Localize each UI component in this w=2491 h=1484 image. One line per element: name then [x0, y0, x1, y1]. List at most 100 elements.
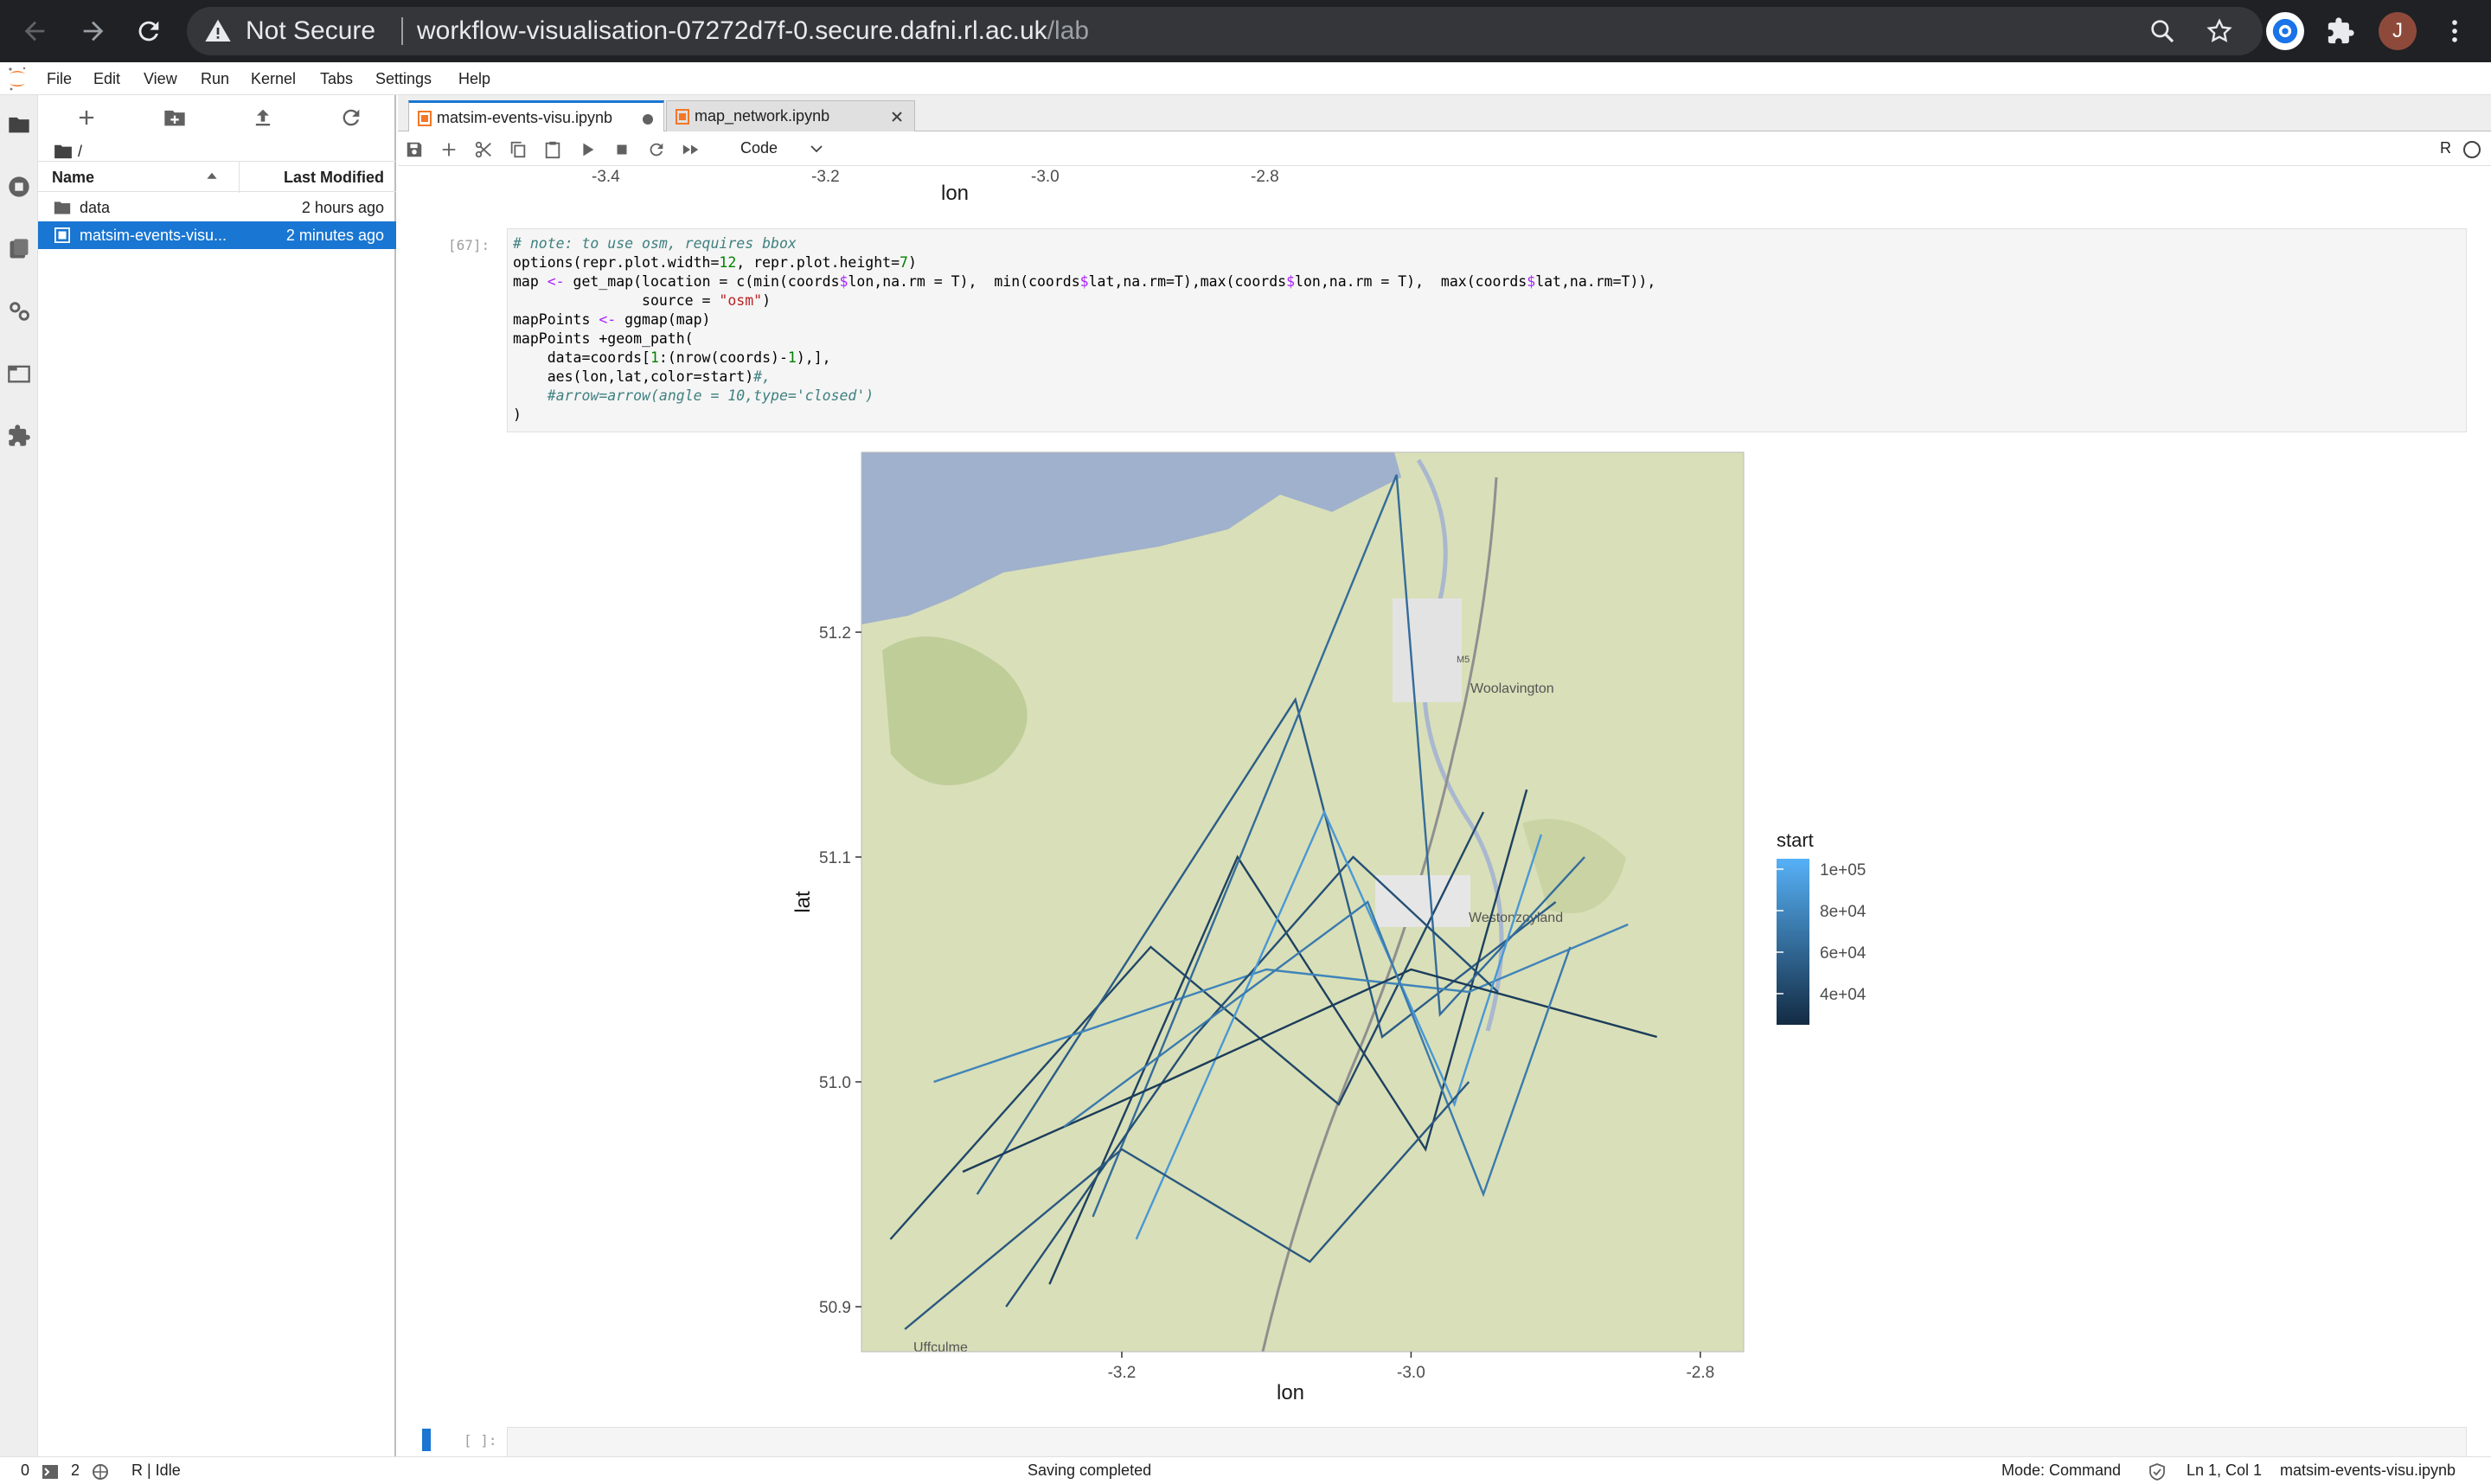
- file-modified: 2 hours ago: [301, 199, 384, 216]
- fast-forward-icon[interactable]: [682, 140, 701, 159]
- map-background: [861, 452, 1744, 1352]
- y-tick-label: 51.2: [819, 624, 851, 643]
- empty-cell-prompt: [ ]:: [464, 1432, 497, 1449]
- x-tick-label: -2.8: [1686, 1364, 1714, 1382]
- legend-colorbar: [1777, 859, 1809, 1025]
- cell-type-select[interactable]: Code: [733, 137, 829, 161]
- column-name[interactable]: Name: [52, 169, 94, 187]
- extension-manager-icon[interactable]: [7, 424, 31, 448]
- terminal-count[interactable]: 0: [21, 1462, 29, 1480]
- main-dock-area: matsim-events-visu.ipynb map_network.ipy…: [398, 95, 2491, 1456]
- extensions-puzzle-icon[interactable]: [2321, 12, 2360, 50]
- save-icon[interactable]: [405, 140, 424, 159]
- zoom-search-icon[interactable]: [2148, 17, 2176, 45]
- copy-icon[interactable]: [509, 140, 528, 159]
- back-button[interactable]: [14, 10, 55, 52]
- folder-icon: [54, 201, 71, 214]
- tab-matsim-events-visu[interactable]: matsim-events-visu.ipynb: [408, 100, 664, 132]
- profile-avatar[interactable]: J: [2379, 12, 2417, 50]
- new-folder-icon[interactable]: [163, 106, 187, 130]
- kernel-sessions-icon[interactable]: [92, 1463, 109, 1481]
- cursor-position[interactable]: Ln 1, Col 1: [2187, 1462, 2262, 1480]
- cell-type-value: Code: [740, 139, 778, 157]
- notebook-panel[interactable]: -3.4 -3.2 -3.0 -2.8 lon [67]: # note: to…: [398, 166, 2491, 1456]
- file-name: data: [80, 199, 111, 216]
- extension-blue-icon[interactable]: [2266, 12, 2304, 50]
- menu-run[interactable]: Run: [201, 67, 229, 90]
- motorway-shield-label: M5: [1457, 655, 1470, 665]
- address-separator: [401, 17, 403, 45]
- menu-view[interactable]: View: [144, 67, 177, 90]
- kernel-status-circle-icon: [2463, 141, 2481, 158]
- document-tab-bar: matsim-events-visu.ipynb map_network.ipy…: [398, 95, 2491, 132]
- town-area: [1393, 598, 1462, 702]
- address-bar[interactable]: Not Secure workflow-visualisation-07272d…: [187, 7, 2263, 55]
- kernel-count[interactable]: 2: [71, 1462, 80, 1480]
- reload-button[interactable]: [128, 10, 170, 52]
- trusted-shield-icon[interactable]: [2148, 1463, 2166, 1481]
- breadcrumb-path[interactable]: /: [78, 143, 82, 161]
- refresh-icon[interactable]: [339, 106, 363, 130]
- security-label[interactable]: Not Secure: [246, 16, 375, 47]
- color-legend: start 1e+05 8e+04 6e+04 4e+04: [1777, 829, 1867, 1025]
- y-axis-label: lat: [791, 891, 815, 913]
- bookmark-star-icon[interactable]: [2206, 17, 2233, 45]
- empty-cell-editor[interactable]: [507, 1427, 2467, 1456]
- property-inspector-icon[interactable]: [7, 299, 31, 323]
- menu-tabs[interactable]: Tabs: [320, 67, 353, 90]
- town-area: [1375, 875, 1470, 927]
- notebook-tab-icon: [676, 109, 689, 125]
- run-icon[interactable]: [578, 140, 597, 159]
- tab-label: matsim-events-visu.ipynb: [437, 109, 613, 126]
- menu-kernel[interactable]: Kernel: [251, 67, 296, 90]
- left-activity-bar: [0, 95, 38, 1456]
- browser-chrome: Not Secure workflow-visualisation-07272d…: [0, 0, 2491, 62]
- url-text[interactable]: workflow-visualisation-07272d7f-0.secure…: [417, 16, 1089, 47]
- kernel-name[interactable]: R: [2440, 139, 2451, 157]
- legend-tick-label: 4e+04: [1820, 986, 1867, 1004]
- column-last-modified[interactable]: Last Modified: [284, 169, 384, 187]
- tabs-icon[interactable]: [7, 361, 31, 386]
- jupyter-logo-icon: [9, 67, 26, 91]
- cut-icon[interactable]: [474, 140, 493, 159]
- running-kernels-icon[interactable]: [7, 175, 31, 199]
- terminal-icon[interactable]: [42, 1463, 59, 1481]
- y-tick-label: 51.1: [819, 849, 851, 867]
- close-icon[interactable]: [888, 108, 906, 125]
- menu-help[interactable]: Help: [458, 67, 490, 90]
- file-list-header: Name Last Modified: [38, 161, 396, 193]
- status-bar: 0 2 R | Idle Saving completed Mode: Comm…: [0, 1456, 2491, 1484]
- upload-icon[interactable]: [251, 106, 275, 130]
- stop-icon[interactable]: [612, 140, 631, 159]
- y-tick-label: 51.0: [819, 1074, 851, 1092]
- commands-icon[interactable]: [7, 237, 31, 261]
- insert-cell-icon[interactable]: [439, 140, 458, 159]
- browser-menu-icon[interactable]: [2436, 12, 2474, 50]
- y-tick-label: 50.9: [819, 1299, 851, 1317]
- restart-icon[interactable]: [647, 140, 666, 159]
- notebook-toolbar: Code R: [398, 131, 2491, 166]
- kernel-status[interactable]: R | Idle: [131, 1462, 181, 1480]
- warning-icon: [205, 19, 231, 42]
- menu-edit[interactable]: Edit: [93, 67, 120, 90]
- tab-map-network[interactable]: map_network.ipynb: [666, 100, 915, 131]
- legend-tick-label: 1e+05: [1820, 861, 1866, 880]
- folder-icon[interactable]: [7, 112, 31, 137]
- file-row-notebook[interactable]: matsim-events-visu... 2 minutes ago: [38, 221, 396, 249]
- reload-icon: [138, 21, 159, 42]
- file-browser-panel: / Name Last Modified data 2 hours ago ma…: [38, 95, 396, 1456]
- column-divider[interactable]: [239, 162, 240, 193]
- menu-file[interactable]: File: [47, 67, 72, 90]
- file-row-data[interactable]: data 2 hours ago: [38, 194, 396, 221]
- notebook-mode[interactable]: Mode: Command: [2001, 1462, 2121, 1480]
- forward-button[interactable]: [73, 10, 114, 52]
- url-path: /lab: [1047, 16, 1090, 45]
- menu-settings[interactable]: Settings: [375, 67, 432, 90]
- new-launcher-icon[interactable]: [74, 106, 99, 130]
- home-folder-icon[interactable]: [54, 144, 73, 159]
- file-modified: 2 minutes ago: [285, 227, 384, 244]
- active-cell-marker: [422, 1429, 431, 1451]
- menu-bar: File Edit View Run Kernel Tabs Settings …: [0, 62, 2491, 95]
- unsaved-dot-icon[interactable]: [643, 114, 653, 125]
- paste-icon[interactable]: [543, 140, 562, 159]
